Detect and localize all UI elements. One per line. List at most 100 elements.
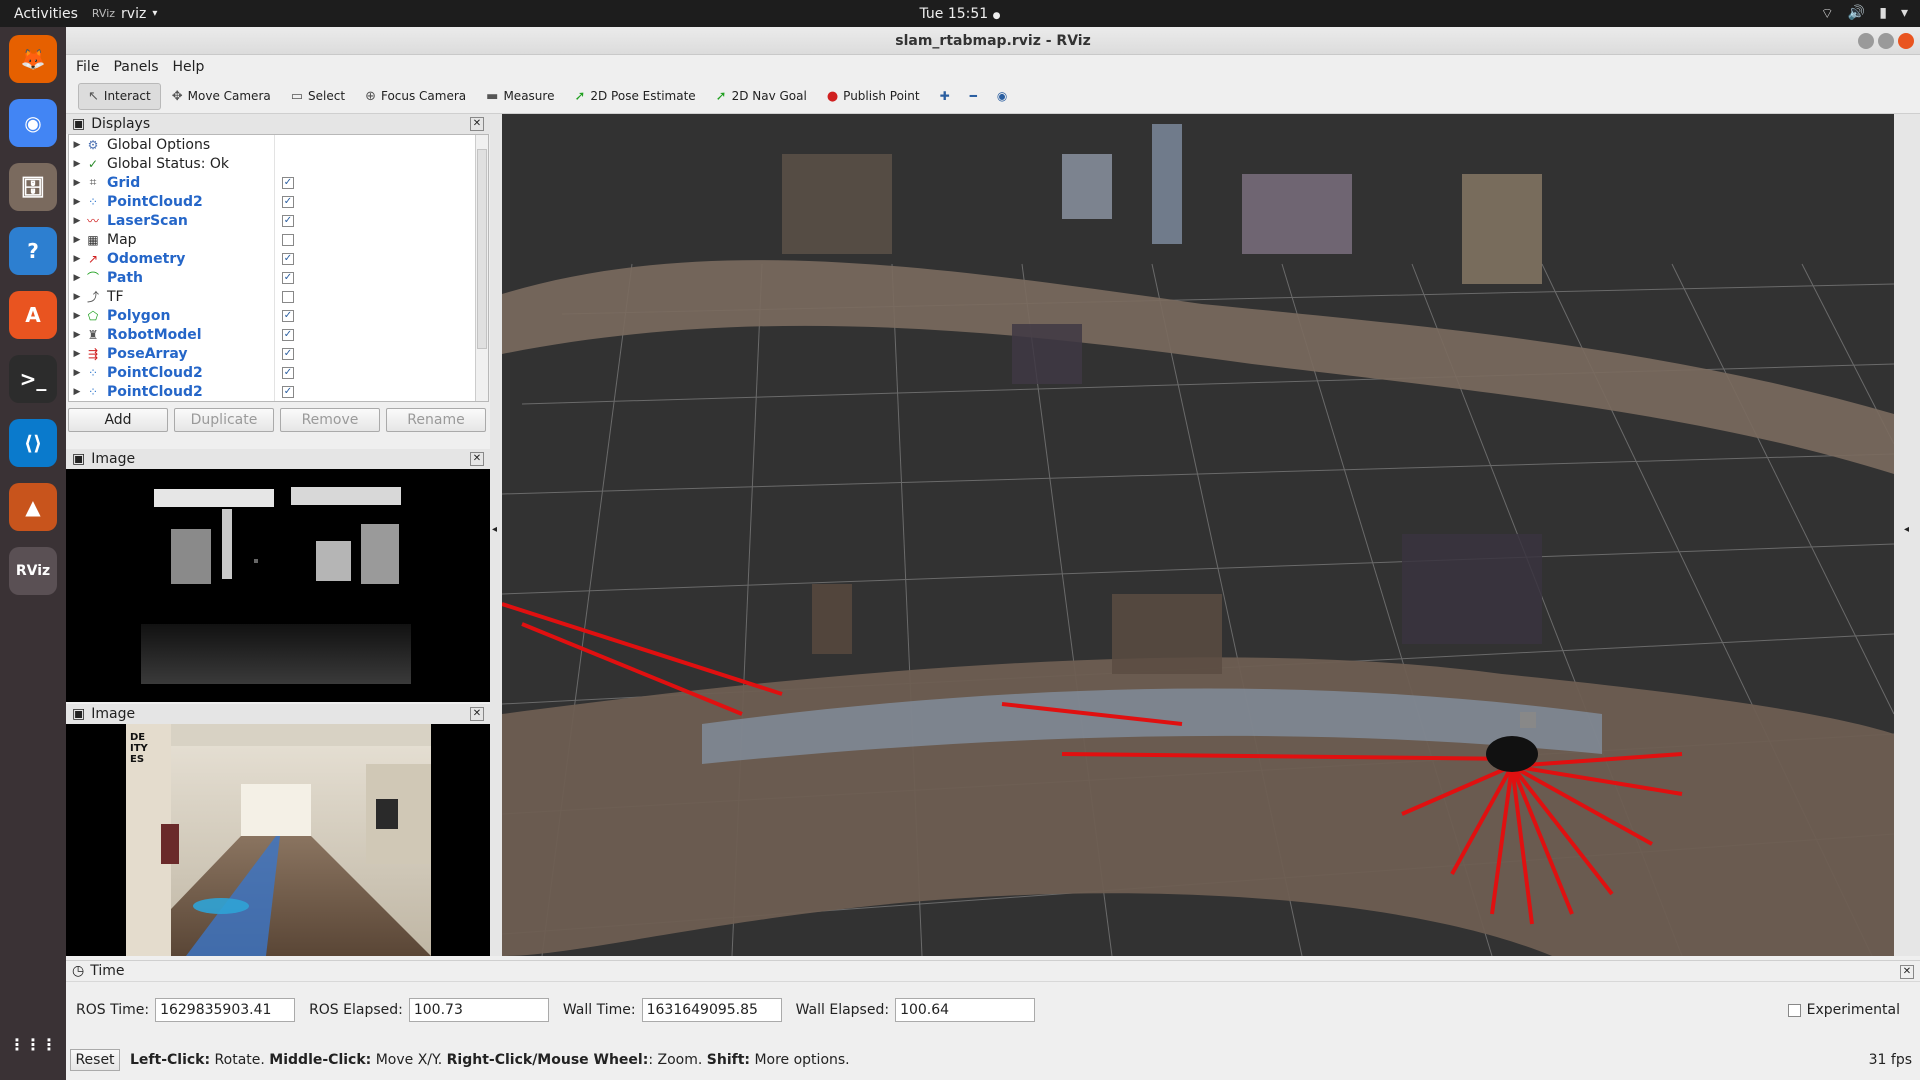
collapse-right-arrow-icon[interactable]: ◂: [1904, 524, 1909, 535]
display-item-global-status-ok[interactable]: ▶ ✓ Global Status: Ok: [69, 154, 488, 173]
expand-arrow-icon[interactable]: ▶: [69, 197, 85, 207]
expand-arrow-icon[interactable]: ▶: [69, 311, 85, 321]
displays-tree[interactable]: ▶ ⚙ Global Options ▶ ✓ Global Status: Ok ▶ ⌗ Gri…: [68, 134, 489, 402]
chrome-icon[interactable]: ◉: [9, 99, 57, 147]
expand-arrow-icon[interactable]: ▶: [69, 368, 85, 378]
reset-button[interactable]: Reset: [70, 1049, 120, 1071]
rgb-image-close-button[interactable]: ✕: [470, 707, 484, 721]
expand-arrow-icon[interactable]: ▶: [69, 387, 85, 397]
show-applications-icon[interactable]: ⋮⋮⋮: [9, 1020, 57, 1068]
tool-publish-point[interactable]: ● Publish Point: [818, 84, 929, 109]
display-label: LaserScan: [107, 212, 188, 229]
display-item-laserscan[interactable]: ▶ 〰 LaserScan ✓: [69, 211, 488, 230]
software-center-icon[interactable]: A: [9, 291, 57, 339]
display-item-robotmodel[interactable]: ▶ ♜ RobotModel ✓: [69, 325, 488, 344]
menu-panels[interactable]: Panels: [113, 59, 158, 75]
display-item-posearray[interactable]: ▶ ⇶ PoseArray ✓: [69, 344, 488, 363]
display-item-odometry[interactable]: ▶ ↗ Odometry ✓: [69, 249, 488, 268]
files-icon[interactable]: 🗄: [9, 163, 57, 211]
display-item-pointcloud2[interactable]: ▶ ⁘ PointCloud2 ✓: [69, 192, 488, 211]
displays-scrollbar[interactable]: [475, 135, 488, 401]
tool-move-camera[interactable]: ✥ Move Camera: [163, 84, 280, 109]
tool-2d-pose-estimate[interactable]: ➚ 2D Pose Estimate: [565, 84, 704, 109]
rename-display-button[interactable]: Rename: [386, 408, 486, 432]
display-enable-checkbox[interactable]: [282, 290, 294, 303]
close-button[interactable]: [1898, 33, 1914, 49]
menu-help[interactable]: Help: [173, 59, 205, 75]
experimental-checkbox[interactable]: [1787, 1003, 1801, 1017]
ros-time-field[interactable]: 1629835903.41: [155, 998, 296, 1022]
remove-tool-icon[interactable]: ━: [961, 84, 986, 108]
depth-image-panel-title: Image: [91, 451, 136, 467]
display-item-pointcloud2[interactable]: ▶ ⁘ PointCloud2 ✓: [69, 382, 488, 401]
left-splitter[interactable]: ◂: [490, 114, 502, 956]
displays-close-button[interactable]: ✕: [470, 117, 484, 131]
display-enable-checkbox[interactable]: [282, 233, 294, 246]
display-enable-checkbox[interactable]: ✓: [282, 366, 294, 379]
tool-focus-camera[interactable]: ⊕ Focus Camera: [356, 84, 475, 109]
display-enable-checkbox[interactable]: ✓: [282, 176, 294, 189]
expand-arrow-icon[interactable]: ▶: [69, 140, 85, 150]
expand-arrow-icon[interactable]: ▶: [69, 159, 85, 169]
matlab-icon[interactable]: ▲: [9, 483, 57, 531]
expand-arrow-icon[interactable]: ▶: [69, 178, 85, 188]
expand-arrow-icon[interactable]: ▶: [69, 273, 85, 283]
duplicate-display-button[interactable]: Duplicate: [174, 408, 274, 432]
experimental-toggle[interactable]: Experimental: [1787, 1002, 1900, 1018]
display-enable-checkbox[interactable]: ✓: [282, 195, 294, 208]
collapse-left-arrow-icon[interactable]: ◂: [492, 524, 497, 535]
display-enable-checkbox[interactable]: ✓: [282, 309, 294, 322]
add-tool-icon[interactable]: ✚: [931, 84, 959, 108]
scrollbar-thumb[interactable]: [477, 149, 487, 349]
add-display-button[interactable]: Add: [68, 408, 168, 432]
column-divider: [274, 382, 275, 401]
depth-image-view[interactable]: [66, 469, 490, 702]
time-close-button[interactable]: ✕: [1900, 965, 1914, 979]
app-menu[interactable]: RViz rviz ▾: [92, 6, 157, 22]
expand-arrow-icon[interactable]: ▶: [69, 216, 85, 226]
ros-elapsed-field[interactable]: 100.73: [408, 998, 549, 1022]
display-item-tf[interactable]: ▶ ⤴ TF: [69, 287, 488, 306]
terminal-icon[interactable]: >_: [9, 355, 57, 403]
wall-time-field[interactable]: 1631649095.85: [641, 998, 782, 1022]
display-enable-checkbox[interactable]: ✓: [282, 252, 294, 265]
minimize-button[interactable]: [1858, 33, 1874, 49]
display-enable-checkbox[interactable]: ✓: [282, 385, 294, 398]
tool-select[interactable]: ▭ Select: [282, 84, 354, 109]
display-item-global-options[interactable]: ▶ ⚙ Global Options: [69, 135, 488, 154]
tool-measure[interactable]: ▬ Measure: [477, 84, 563, 109]
window-titlebar[interactable]: slam_rtabmap.rviz - RViz: [66, 27, 1920, 55]
display-enable-checkbox[interactable]: ✓: [282, 214, 294, 227]
expand-arrow-icon[interactable]: ▶: [69, 349, 85, 359]
display-enable-checkbox[interactable]: ✓: [282, 271, 294, 284]
help-icon[interactable]: ?: [9, 227, 57, 275]
menu-file[interactable]: File: [76, 59, 99, 75]
rgb-image-view[interactable]: DE ITY ES: [66, 724, 490, 956]
tool-interact[interactable]: ↖ Interact: [78, 82, 161, 110]
vscode-icon[interactable]: ⟨⟩: [9, 419, 57, 467]
clock[interactable]: Tue 15:51 ●: [919, 6, 1000, 22]
maximize-button[interactable]: [1878, 33, 1894, 49]
display-item-grid[interactable]: ▶ ⌗ Grid ✓: [69, 173, 488, 192]
display-enable-checkbox[interactable]: ✓: [282, 328, 294, 341]
render-viewport[interactable]: [502, 114, 1894, 956]
depth-image-close-button[interactable]: ✕: [470, 452, 484, 466]
expand-arrow-icon[interactable]: ▶: [69, 235, 85, 245]
display-item-map[interactable]: ▶ ▦ Map: [69, 230, 488, 249]
activities-button[interactable]: Activities: [0, 6, 92, 22]
display-enable-checkbox[interactable]: ✓: [282, 347, 294, 360]
display-item-path[interactable]: ▶ ⌒ Path ✓: [69, 268, 488, 287]
system-tray[interactable]: ⌔ 🔊 ▮ ▾: [1821, 5, 1908, 23]
display-item-polygon[interactable]: ▶ ⬠ Polygon ✓: [69, 306, 488, 325]
display-item-pointcloud2[interactable]: ▶ ⁘ PointCloud2 ✓: [69, 363, 488, 382]
tool-2d-nav-goal[interactable]: ➚ 2D Nav Goal: [707, 84, 816, 109]
expand-arrow-icon[interactable]: ▶: [69, 292, 85, 302]
expand-arrow-icon[interactable]: ▶: [69, 254, 85, 264]
expand-arrow-icon[interactable]: ▶: [69, 330, 85, 340]
view-options-icon[interactable]: ◉: [988, 84, 1016, 108]
rviz-icon[interactable]: RViz: [9, 547, 57, 595]
remove-display-button[interactable]: Remove: [280, 408, 380, 432]
right-splitter[interactable]: ◂: [1894, 114, 1920, 956]
wall-elapsed-field[interactable]: 100.64: [895, 998, 1036, 1022]
firefox-icon[interactable]: 🦊: [9, 35, 57, 83]
